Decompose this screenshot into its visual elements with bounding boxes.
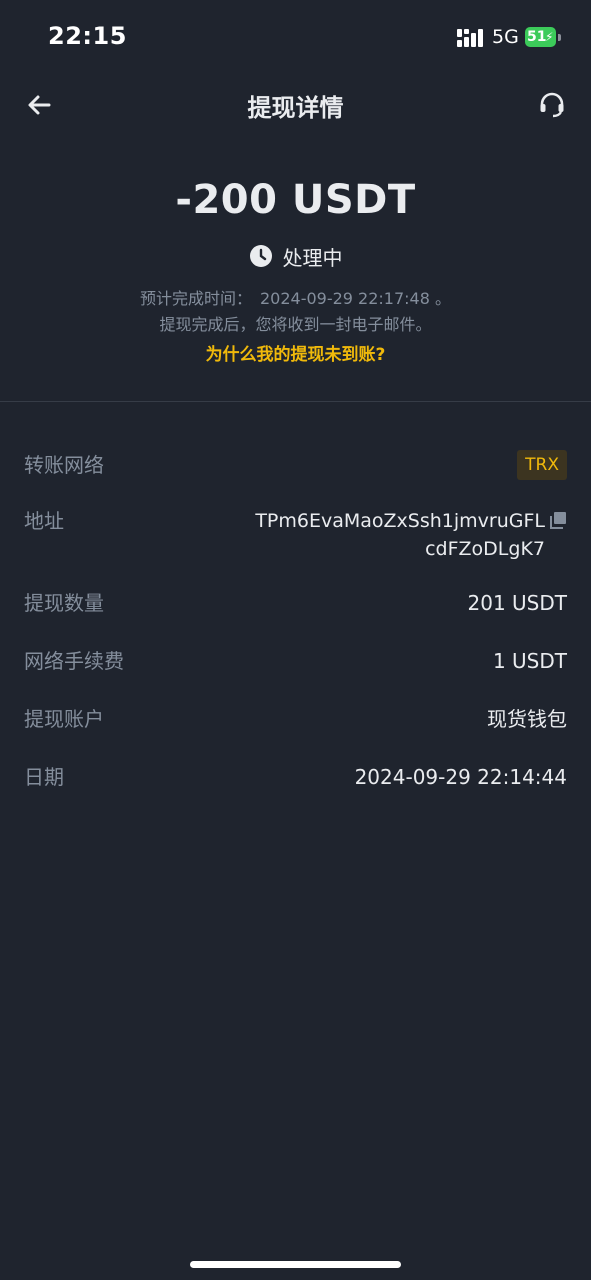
divider (0, 401, 591, 402)
battery-icon: 51 ⚡ (525, 27, 561, 49)
headset-icon[interactable] (537, 90, 567, 120)
page-title: 提现详情 (247, 94, 344, 122)
battery-level: 51 (527, 29, 547, 45)
charging-bolt-icon: ⚡ (545, 30, 554, 44)
withdrawal-summary: -200 USDT 处理中 预计完成时间： 2024-09-29 22:17:48… (0, 170, 591, 368)
account-value: 现货钱包 (487, 707, 567, 731)
address-label: 地址 (24, 509, 64, 533)
address-value-wrap: TPm6EvaMaoZxSsh1jmvruGFLcdFZoDLgK7 (255, 507, 567, 563)
home-indicator[interactable] (190, 1261, 401, 1268)
amount-label: 提现数量 (24, 591, 104, 615)
status-text: 处理中 (282, 245, 343, 270)
detail-row-amount: 提现数量 201 USDT (24, 589, 567, 617)
account-label: 提现账户 (24, 707, 104, 731)
signal-strength-icon (457, 29, 483, 47)
detail-row-address: 地址 TPm6EvaMaoZxSsh1jmvruGFLcdFZoDLgK7 (24, 507, 567, 563)
status-bar: 22:15 5G 51 ⚡ (0, 0, 591, 76)
network-badge: TRX (517, 450, 567, 480)
date-value: 2024-09-29 22:14:44 (354, 765, 567, 789)
date-label: 日期 (24, 765, 64, 789)
email-note: 提现完成后，您将收到一封电子邮件。 (159, 315, 432, 334)
network-type: 5G (492, 26, 519, 48)
eta-line: 预计完成时间： 2024-09-29 22:17:48 。 (0, 286, 591, 312)
status-line: 处理中 (0, 240, 591, 272)
amount-value: 201 USDT (467, 591, 567, 615)
why-not-received-link[interactable]: 为什么我的提现未到账? (0, 342, 591, 368)
fee-value: 1 USDT (492, 649, 567, 673)
address-value: TPm6EvaMaoZxSsh1jmvruGFLcdFZoDLgK7 (255, 510, 545, 560)
withdrawal-amount: -200 USDT (175, 177, 416, 223)
detail-row-network: 转账网络 TRX (24, 440, 567, 480)
fee-label: 网络手续费 (24, 649, 124, 673)
detail-row-date: 日期 2024-09-29 22:14:44 (24, 763, 567, 791)
copy-icon[interactable] (549, 511, 567, 529)
details-list: 转账网络 TRX 地址 TPm6EvaMaoZxSsh1jmvruGFLcdFZ… (24, 440, 567, 791)
clock-icon (249, 245, 272, 267)
network-label: 转账网络 (24, 453, 104, 477)
header: 提现详情 (0, 76, 591, 132)
detail-row-fee: 网络手续费 1 USDT (24, 647, 567, 675)
detail-row-account: 提现账户 现货钱包 (24, 705, 567, 733)
eta-label: 预计完成时间： (139, 289, 252, 308)
status-time: 22:15 (48, 22, 127, 50)
eta-time: 2024-09-29 22:17:48 。 (259, 289, 452, 308)
